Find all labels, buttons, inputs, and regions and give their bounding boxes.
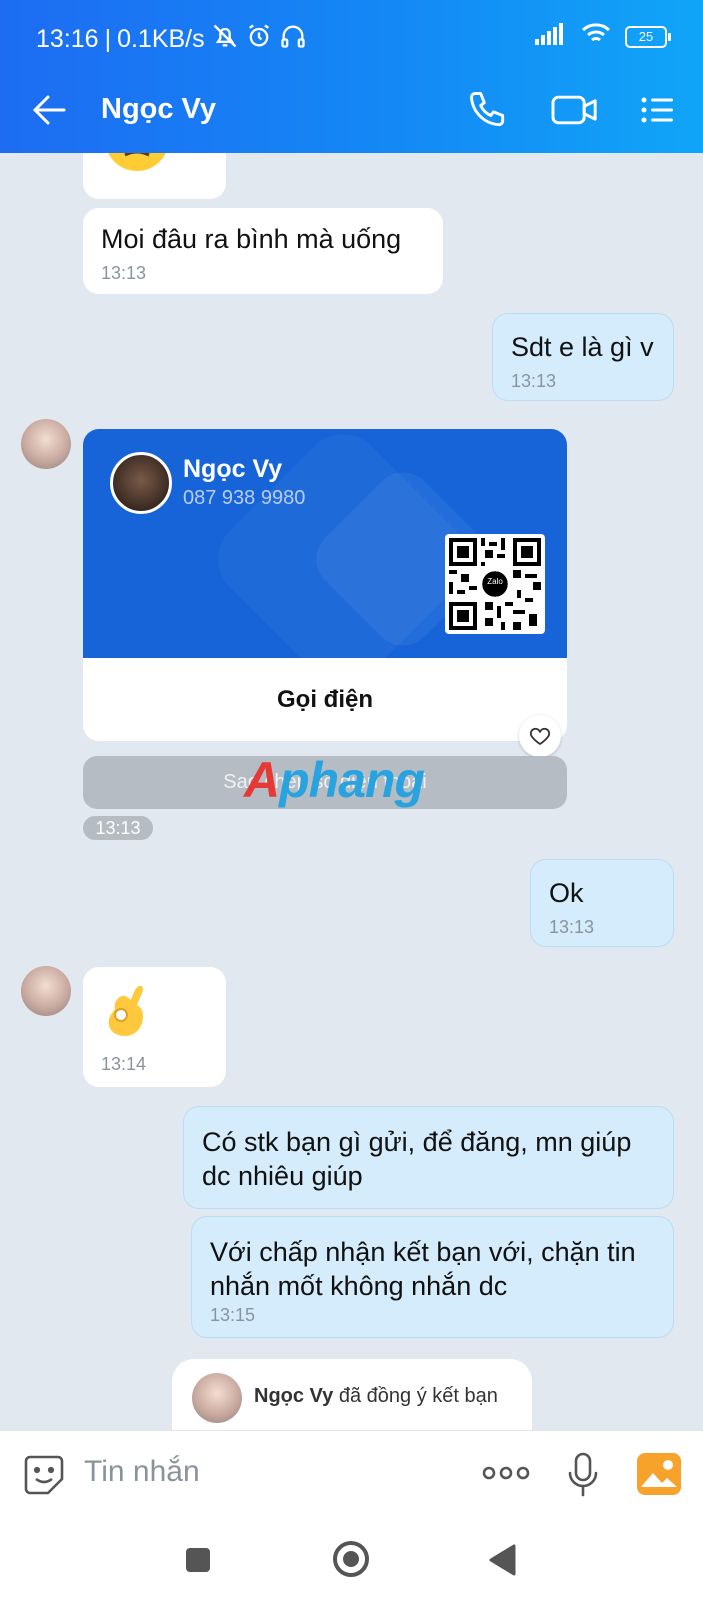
- message-text: Với chấp nhận kết bạn với, chặn tin nhắn…: [210, 1237, 636, 1301]
- sad-face-sticker: [108, 153, 166, 171]
- recents-button[interactable]: [184, 1546, 212, 1579]
- ok-hand-emoji: [108, 985, 143, 1036]
- react-button[interactable]: [519, 715, 561, 757]
- mute-icon: [211, 22, 239, 57]
- more-button[interactable]: [482, 1461, 530, 1490]
- battery-indicator: 25: [625, 25, 671, 48]
- image-icon: [637, 1453, 681, 1495]
- chat-title[interactable]: Ngọc Vy: [101, 93, 216, 126]
- wifi-icon: [581, 22, 611, 51]
- home-button[interactable]: [331, 1539, 371, 1584]
- emoji-message[interactable]: 13:14: [83, 967, 226, 1087]
- message-time: 13:14: [101, 1054, 147, 1074]
- sticker-icon: [24, 1455, 64, 1495]
- sender-avatar[interactable]: [21, 966, 71, 1016]
- message-bubble[interactable]: Có stk bạn gì gửi, để đăng, mn giúp dc n…: [183, 1106, 674, 1209]
- network-speed: 0.1KB/s: [117, 25, 205, 53]
- qr-logo-label: Zalo: [487, 577, 503, 586]
- menu-icon: [641, 97, 673, 123]
- sticker-bubble[interactable]: [83, 153, 226, 199]
- video-call-button[interactable]: [549, 88, 601, 132]
- signal-icon: [535, 23, 567, 50]
- square-icon: [186, 1548, 210, 1572]
- status-time: 13:16: [36, 25, 99, 53]
- call-action-button[interactable]: Gọi điện: [83, 658, 567, 741]
- sender-avatar[interactable]: [21, 419, 71, 469]
- input-bar: Tin nhắn: [0, 1430, 703, 1521]
- message-bubble[interactable]: Moi đâu ra bình mà uống 13:13: [83, 208, 443, 294]
- card-time: 13:13: [83, 816, 153, 840]
- triangle-back-icon: [489, 1544, 516, 1576]
- message-bubble[interactable]: Ok 13:13: [530, 859, 674, 947]
- home-circle-icon: [333, 1541, 369, 1577]
- message-input[interactable]: Tin nhắn: [84, 1455, 200, 1489]
- back-arrow-icon: [32, 95, 66, 125]
- contact-phone: 087 938 9980: [183, 487, 306, 509]
- more-icon: [482, 1466, 530, 1480]
- contact-name: Ngọc Vy: [183, 455, 283, 483]
- status-bar: 13:16 | 0.1KB/s 25: [0, 0, 703, 68]
- header: 13:16 | 0.1KB/s 25 Ngọc Vy: [0, 0, 703, 153]
- chat-area[interactable]: Moi đâu ra bình mà uống 13:13 Sdt e là g…: [0, 153, 703, 1430]
- notice-avatar: [192, 1373, 242, 1423]
- message-text: Có stk bạn gì gửi, để đăng, mn giúp dc n…: [202, 1127, 632, 1191]
- contact-card[interactable]: Ngọc Vy 087 938 9980 Zalo Gọi điện: [83, 429, 567, 741]
- message-bubble[interactable]: Với chấp nhận kết bạn với, chặn tin nhắn…: [191, 1216, 674, 1338]
- message-bubble[interactable]: Sdt e là gì v 13:13: [492, 313, 674, 401]
- message-text: Ok: [549, 878, 584, 908]
- message-time: 13:13: [101, 263, 147, 283]
- notice-text: đã đồng ý kết bạn: [338, 1385, 498, 1407]
- watermark: Aphang: [244, 752, 425, 808]
- friend-accepted-notice[interactable]: Ngọc Vy đã đồng ý kết bạn: [172, 1359, 532, 1430]
- voice-button[interactable]: [566, 1451, 600, 1504]
- alarm-icon: [245, 22, 273, 57]
- video-call-icon: [551, 95, 597, 125]
- system-nav-bar: [0, 1520, 703, 1600]
- contact-avatar: [110, 452, 172, 514]
- image-button[interactable]: [637, 1453, 681, 1500]
- message-time: 13:13: [549, 917, 595, 937]
- qr-code[interactable]: Zalo: [445, 534, 545, 634]
- app-bar: Ngọc Vy: [0, 68, 703, 153]
- back-button[interactable]: [28, 88, 72, 132]
- headphones-icon: [279, 22, 307, 57]
- menu-button[interactable]: [636, 88, 680, 132]
- phone-icon: [470, 92, 505, 127]
- notice-name: Ngọc Vy: [254, 1385, 334, 1407]
- message-time: 13:13: [511, 371, 557, 391]
- call-button[interactable]: [466, 88, 510, 132]
- sticker-button[interactable]: [22, 1453, 66, 1502]
- message-time: 13:15: [210, 1305, 256, 1325]
- message-text: Moi đâu ra bình mà uống: [101, 224, 402, 254]
- microphone-icon: [568, 1452, 598, 1497]
- contact-card-header: Ngọc Vy 087 938 9980 Zalo: [83, 429, 567, 658]
- message-text: Sdt e là gì v: [511, 332, 654, 362]
- heart-icon: [529, 727, 551, 745]
- back-nav-button[interactable]: [488, 1544, 518, 1581]
